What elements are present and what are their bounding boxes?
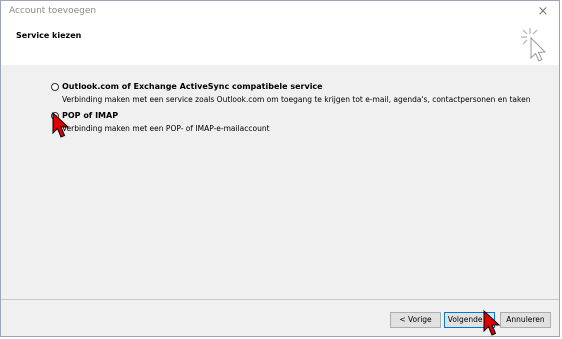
radio-outlook[interactable] <box>51 83 59 91</box>
option-outlook-label: Outlook.com of Exchange ActiveSync compa… <box>62 82 323 91</box>
mouse-cursor-icon <box>52 112 70 138</box>
cursor-click-icon <box>521 28 547 62</box>
account-dialog: Account toevoegen × Service kiezen Outlo… <box>0 0 560 337</box>
back-button[interactable]: < Vorige <box>390 312 441 328</box>
close-button[interactable]: × <box>531 3 555 21</box>
window-title: Account toevoegen <box>9 6 97 16</box>
option-pop-imap-description: Verbinding maken met een POP- of IMAP-e-… <box>62 124 270 133</box>
mouse-cursor-icon <box>483 310 501 336</box>
page-title: Service kiezen <box>16 31 82 40</box>
footer-divider <box>1 299 559 300</box>
option-outlook-description: Verbinding maken met een service zoals O… <box>62 95 531 104</box>
title-bar: Account toevoegen × <box>1 1 559 23</box>
content-area: Outlook.com of Exchange ActiveSync compa… <box>1 65 559 299</box>
cancel-button[interactable]: Annuleren <box>500 312 551 328</box>
dialog-header: Service kiezen <box>1 23 559 66</box>
